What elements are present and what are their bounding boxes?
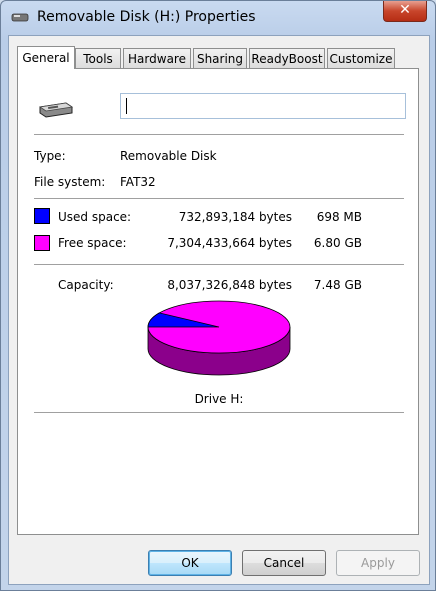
close-button[interactable]: ✕ [383,1,427,22]
tab-hardware[interactable]: Hardware [123,48,191,68]
used-space-size: 698 MB [316,210,362,224]
title-bar[interactable]: Removable Disk (H:) Properties ✕ [1,1,435,35]
free-space-size: 6.80 GB [313,236,362,250]
tab-sharing[interactable]: Sharing [193,48,247,68]
file-system-label: File system: [34,175,106,189]
drive-icon [38,102,74,118]
window-title: Removable Disk (H:) Properties [37,9,256,25]
separator-3 [34,264,404,266]
type-value: Removable Disk [120,149,217,163]
capacity-bytes: 8,037,326,848 bytes [167,278,292,292]
drive-letter-label: Drive H: [194,392,244,406]
tab-customize[interactable]: Customize [327,48,395,68]
cancel-button[interactable]: Cancel [242,550,326,576]
close-icon: ✕ [399,2,411,18]
used-space-swatch [34,208,50,224]
tab-tools[interactable]: Tools [75,48,121,68]
apply-button[interactable]: Apply [336,550,420,576]
properties-window: Removable Disk (H:) Properties ✕ General… [0,0,436,591]
removable-disk-icon [11,13,29,22]
volume-label-input[interactable] [120,93,406,119]
text-caret [126,98,127,114]
dialog-client-area: General Tools Hardware Sharing ReadyBoos… [8,35,430,585]
free-space-swatch [34,235,50,251]
free-space-label: Free space: [58,236,127,250]
tab-general[interactable]: General [17,46,75,69]
separator-4 [34,412,404,414]
general-tab-panel: Type: Removable Disk File system: FAT32 … [17,68,419,535]
tab-readyboost[interactable]: ReadyBoost [249,48,325,68]
used-space-label: Used space: [58,210,132,224]
capacity-size: 7.48 GB [313,278,362,292]
used-space-bytes: 732,893,184 bytes [178,210,292,224]
ok-button[interactable]: OK [148,550,232,576]
separator-2 [34,198,404,200]
disk-usage-pie-chart [147,300,291,376]
capacity-label: Capacity: [58,278,114,292]
separator-1 [34,134,404,136]
file-system-value: FAT32 [120,175,156,189]
free-space-bytes: 7,304,433,664 bytes [167,236,292,250]
type-label: Type: [34,149,66,163]
